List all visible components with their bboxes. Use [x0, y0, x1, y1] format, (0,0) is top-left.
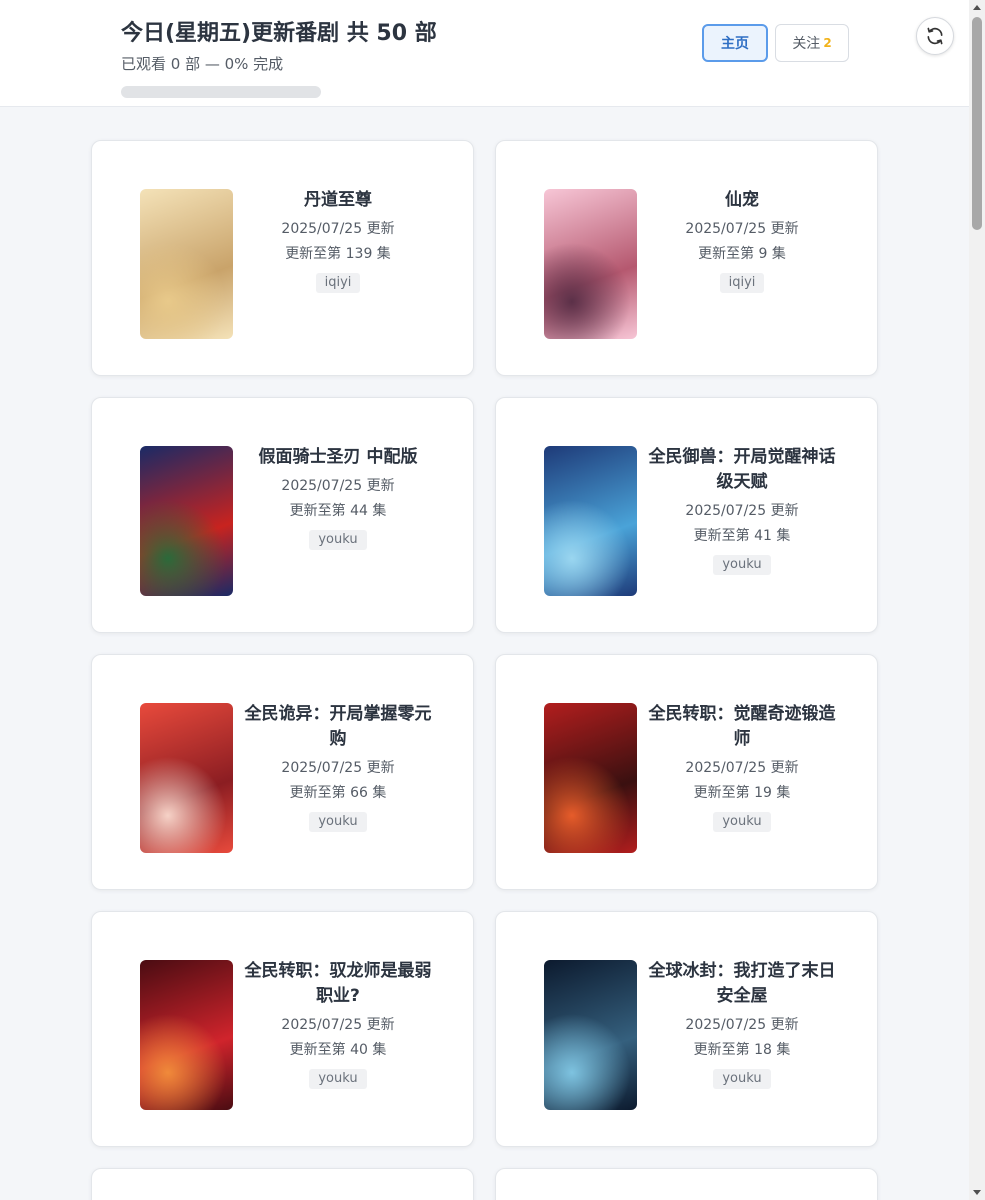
anime-poster-image[interactable] — [140, 960, 233, 1110]
page-title: 今日(星期五)更新番剧 共 50 部 — [121, 21, 437, 46]
episode-count: 更新至第 139 集 — [285, 246, 391, 262]
update-date: 2025/07/25 更新 — [281, 1017, 395, 1033]
follow-button[interactable]: 关注 2 — [775, 24, 849, 62]
anime-info: 全民转职：觉醒奇迹锻造师 2025/07/25 更新 更新至第 19 集 youku — [647, 702, 837, 832]
anime-title[interactable]: 全民转职：驭龙师是最弱职业? — [243, 959, 433, 1009]
anime-card[interactable]: 仙宠 2025/07/25 更新 更新至第 9 集 iqiyi — [495, 140, 878, 376]
update-date: 2025/07/25 更新 — [685, 1017, 799, 1033]
anime-title[interactable]: 假面骑士圣刃 中配版 — [243, 445, 433, 470]
home-button[interactable]: 主页 — [702, 24, 768, 62]
watch-progress-text: 已观看 0 部 — 0% 完成 — [121, 55, 284, 73]
refresh-icon — [927, 27, 943, 45]
anime-info: 全民御兽：开局觉醒神话级天赋 2025/07/25 更新 更新至第 41 集 youk… — [647, 445, 837, 575]
anime-card[interactable]: 假面骑士圣刃 中配版 2025/07/25 更新 更新至第 44 集 youku — [91, 397, 474, 633]
vertical-scrollbar[interactable] — [969, 0, 985, 1200]
scroll-up-arrow-icon[interactable] — [973, 5, 981, 10]
anime-card[interactable]: 全民转职：驭龙师是最弱职业? 2025/07/25 更新 更新至第 40 集 youk… — [91, 911, 474, 1147]
anime-title[interactable]: 仙宠 — [647, 188, 837, 213]
scroll-thumb[interactable] — [972, 17, 982, 230]
update-date: 2025/07/25 更新 — [685, 760, 799, 776]
episode-count: 更新至第 40 集 — [289, 1042, 387, 1058]
follow-count-badge: 2 — [823, 36, 832, 50]
episode-count: 更新至第 41 集 — [693, 528, 791, 544]
platform-tag: youku — [713, 555, 771, 575]
watch-progress-bar — [121, 86, 321, 98]
home-button-label: 主页 — [721, 36, 749, 52]
episode-count: 更新至第 66 集 — [289, 785, 387, 801]
anime-info: 仙宠 2025/07/25 更新 更新至第 9 集 iqiyi — [647, 188, 837, 293]
refresh-button[interactable] — [916, 17, 954, 55]
episode-count: 更新至第 19 集 — [693, 785, 791, 801]
anime-title[interactable]: 全民诡异：开局掌握零元购 — [243, 702, 433, 752]
episode-count: 更新至第 18 集 — [693, 1042, 791, 1058]
page-header: 今日(星期五)更新番剧 共 50 部 已观看 0 部 — 0% 完成 主页 关注… — [0, 0, 969, 107]
anime-info: 全球冰封：我打造了末日安全屋 2025/07/25 更新 更新至第 18 集 youk… — [647, 959, 837, 1089]
episode-count: 更新至第 9 集 — [698, 246, 786, 262]
anime-info: 假面骑士圣刃 中配版 2025/07/25 更新 更新至第 44 集 youku — [243, 445, 433, 550]
platform-tag: youku — [309, 812, 367, 832]
anime-card[interactable] — [495, 1168, 878, 1200]
anime-info: 全民诡异：开局掌握零元购 2025/07/25 更新 更新至第 66 集 youku — [243, 702, 433, 832]
platform-tag: youku — [309, 530, 367, 550]
update-date: 2025/07/25 更新 — [281, 760, 395, 776]
update-date: 2025/07/25 更新 — [281, 221, 395, 237]
platform-tag: youku — [713, 812, 771, 832]
anime-poster-image[interactable] — [544, 446, 637, 596]
anime-card[interactable]: 全民诡异：开局掌握零元购 2025/07/25 更新 更新至第 66 集 youku — [91, 654, 474, 890]
platform-tag: iqiyi — [315, 273, 361, 293]
update-date: 2025/07/25 更新 — [685, 221, 799, 237]
update-date: 2025/07/25 更新 — [685, 503, 799, 519]
anime-title[interactable]: 全民转职：觉醒奇迹锻造师 — [647, 702, 837, 752]
anime-title[interactable]: 全民御兽：开局觉醒神话级天赋 — [647, 445, 837, 495]
platform-tag: youku — [309, 1069, 367, 1089]
anime-poster-image[interactable] — [544, 189, 637, 339]
anime-poster-image[interactable] — [140, 446, 233, 596]
anime-poster-image[interactable] — [140, 189, 233, 339]
anime-title[interactable]: 全球冰封：我打造了末日安全屋 — [647, 959, 837, 1009]
anime-title[interactable]: 丹道至尊 — [243, 188, 433, 213]
platform-tag: youku — [713, 1069, 771, 1089]
episode-count: 更新至第 44 集 — [289, 503, 387, 519]
anime-card[interactable] — [91, 1168, 474, 1200]
anime-card[interactable]: 全民御兽：开局觉醒神话级天赋 2025/07/25 更新 更新至第 41 集 youk… — [495, 397, 878, 633]
anime-poster-image[interactable] — [140, 703, 233, 853]
anime-info: 全民转职：驭龙师是最弱职业? 2025/07/25 更新 更新至第 40 集 youk… — [243, 959, 433, 1089]
anime-info: 丹道至尊 2025/07/25 更新 更新至第 139 集 iqiyi — [243, 188, 433, 293]
scroll-down-arrow-icon[interactable] — [973, 1190, 981, 1195]
anime-poster-image[interactable] — [544, 703, 637, 853]
follow-button-label: 关注 — [792, 36, 821, 52]
platform-tag: iqiyi — [719, 273, 765, 293]
update-date: 2025/07/25 更新 — [281, 478, 395, 494]
anime-card[interactable]: 全球冰封：我打造了末日安全屋 2025/07/25 更新 更新至第 18 集 youk… — [495, 911, 878, 1147]
anime-card[interactable]: 丹道至尊 2025/07/25 更新 更新至第 139 集 iqiyi — [91, 140, 474, 376]
anime-poster-image[interactable] — [544, 960, 637, 1110]
anime-card[interactable]: 全民转职：觉醒奇迹锻造师 2025/07/25 更新 更新至第 19 集 youku — [495, 654, 878, 890]
